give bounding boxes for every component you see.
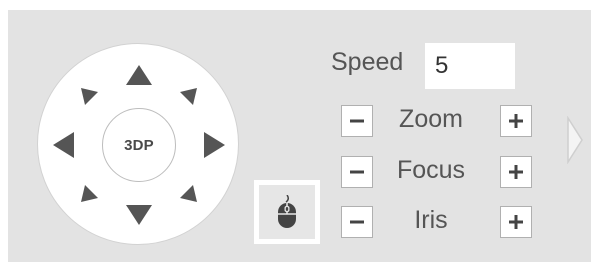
minus-icon bbox=[350, 170, 364, 174]
speed-input[interactable] bbox=[425, 43, 515, 89]
pan-up-button[interactable] bbox=[126, 65, 152, 85]
minus-icon bbox=[350, 119, 364, 123]
zoom-label: Zoom bbox=[399, 105, 463, 133]
pan-right-button[interactable] bbox=[204, 132, 225, 158]
pan-down-right-button[interactable] bbox=[180, 185, 197, 202]
pan-up-left-button[interactable] bbox=[81, 88, 98, 105]
plus-icon bbox=[509, 215, 523, 229]
pan-up-right-button[interactable] bbox=[180, 88, 197, 105]
speed-label: Speed bbox=[331, 48, 404, 76]
mouse-button-face bbox=[259, 185, 315, 239]
pan-down-button[interactable] bbox=[126, 205, 152, 225]
pan-down-left-button[interactable] bbox=[81, 185, 98, 202]
3dp-label: 3DP bbox=[124, 136, 154, 154]
iris-label: Iris bbox=[414, 206, 448, 234]
chevron-right-icon[interactable] bbox=[566, 116, 584, 164]
plus-icon bbox=[509, 165, 523, 179]
zoom-in-button[interactable] bbox=[500, 105, 532, 137]
pan-left-button[interactable] bbox=[53, 132, 74, 158]
focus-label: Focus bbox=[396, 156, 466, 184]
minus-icon bbox=[350, 220, 364, 224]
iris-open-button[interactable] bbox=[500, 206, 532, 238]
3dp-button[interactable]: 3DP bbox=[102, 108, 176, 182]
mouse-mode-button[interactable] bbox=[254, 180, 320, 244]
ptz-direction-pad: 3DP bbox=[37, 43, 239, 245]
mouse-icon bbox=[278, 195, 296, 228]
plus-icon bbox=[509, 114, 523, 128]
focus-far-button[interactable] bbox=[500, 156, 532, 188]
